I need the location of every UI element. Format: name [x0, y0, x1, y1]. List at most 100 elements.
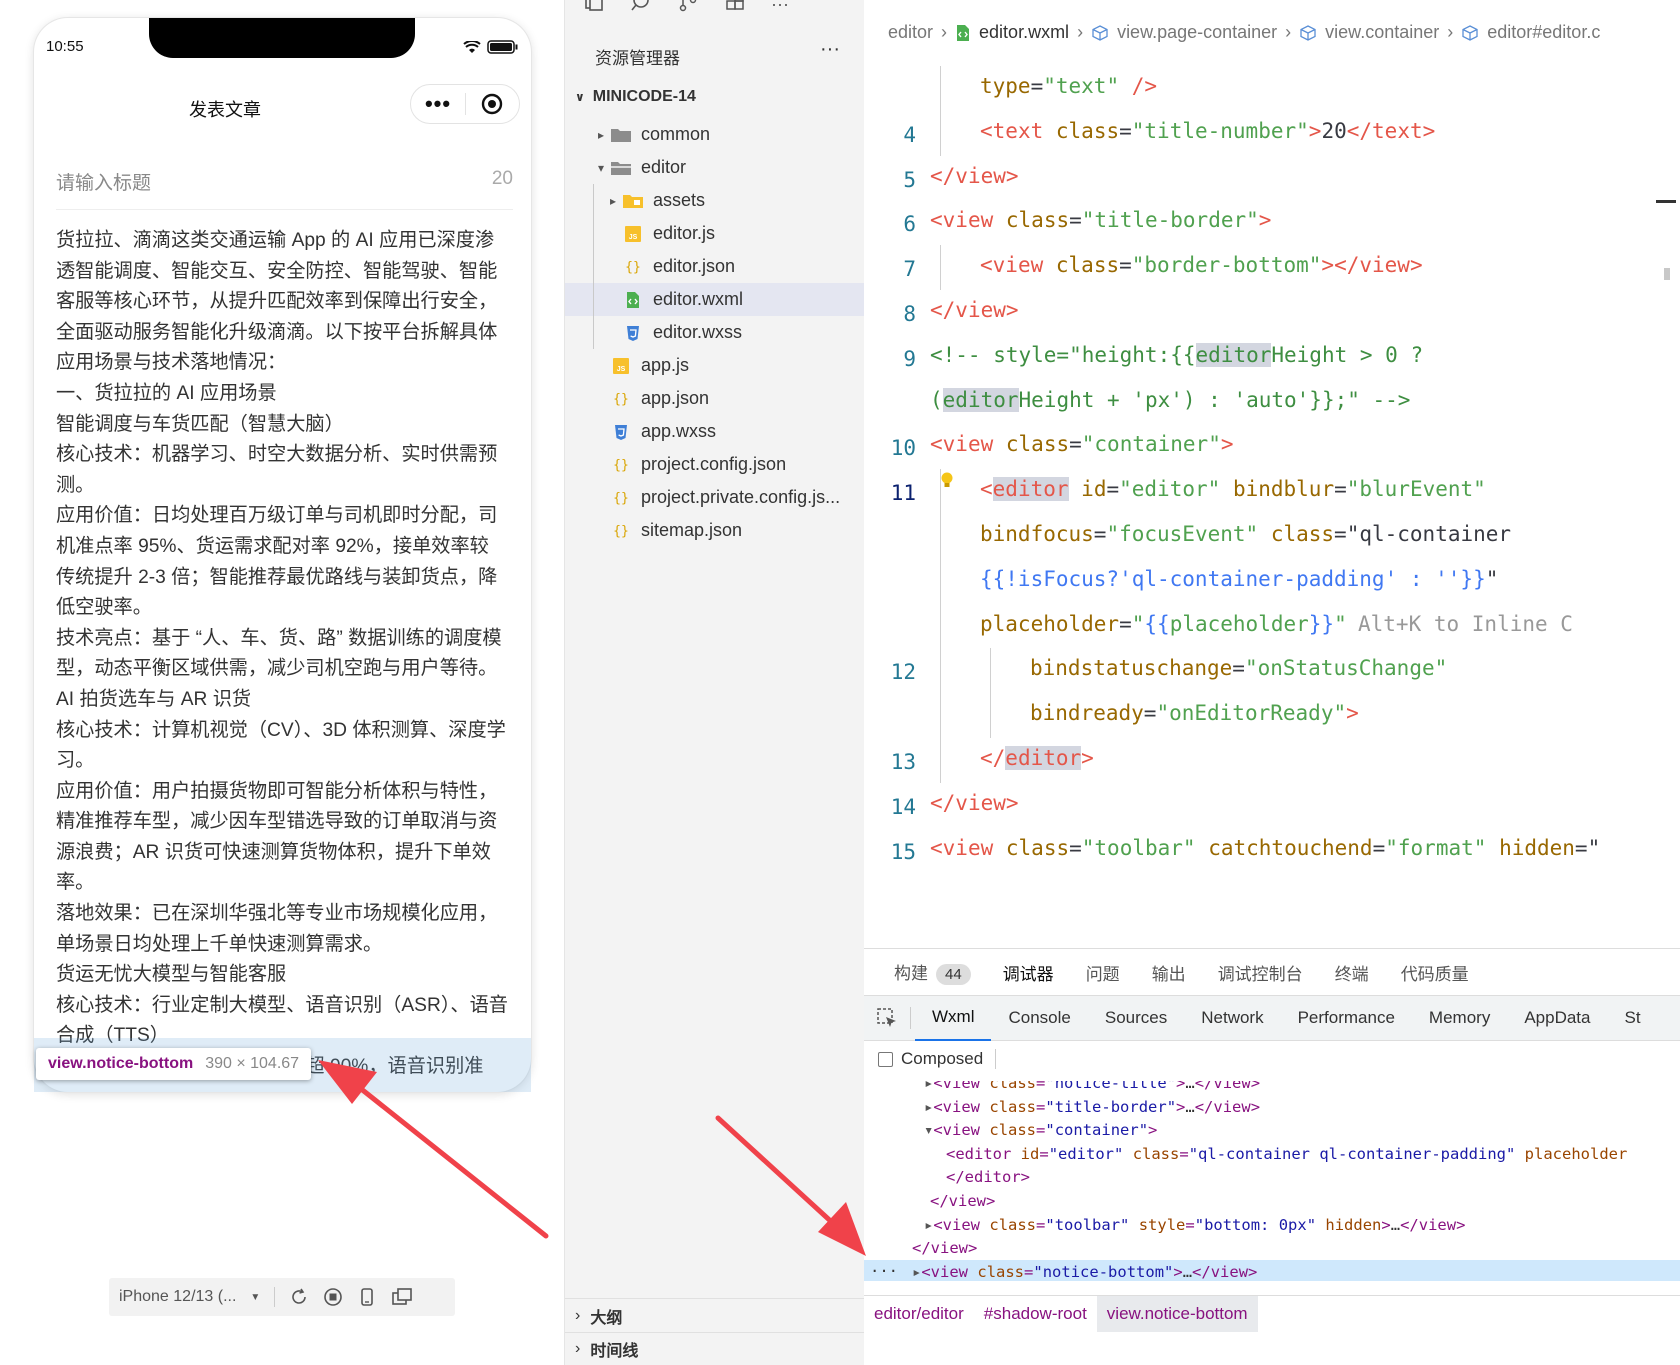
- node-more-icon[interactable]: ···: [870, 1262, 898, 1280]
- source-control-icon[interactable]: [677, 0, 699, 12]
- tab-network[interactable]: Network: [1184, 995, 1280, 1041]
- dom-node-selected[interactable]: ··· ▸<view class="notice-bottom">…</view>: [864, 1259, 1680, 1281]
- file-tree-item[interactable]: ▾ editor: [565, 151, 865, 184]
- file-tree-item[interactable]: {} editor.json: [565, 250, 865, 283]
- code-line[interactable]: {{!isFocus?'ql-container-padding' : ''}}…: [864, 559, 1680, 607]
- code-line[interactable]: 5 </view>: [864, 156, 1680, 204]
- tab-memory[interactable]: Memory: [1412, 995, 1507, 1041]
- title-input-row[interactable]: 请输入标题 20: [56, 162, 513, 210]
- tab-sources[interactable]: Sources: [1088, 995, 1184, 1041]
- folder-open-icon: [609, 159, 633, 177]
- file-tree-item[interactable]: {} project.config.json: [565, 448, 865, 481]
- files-icon[interactable]: [583, 0, 605, 12]
- scrollbar-thumb[interactable]: [1664, 268, 1670, 280]
- breadcrumb-item[interactable]: editor#editor.c: [1487, 22, 1600, 43]
- tab-appdata[interactable]: AppData: [1507, 995, 1607, 1041]
- code-line[interactable]: 4 <text class="title-number">20</text>: [864, 111, 1680, 159]
- code-line[interactable]: 15 <view class="toolbar" catchtouchend="f…: [864, 828, 1680, 876]
- device-select[interactable]: iPhone 12/13 (...: [119, 1288, 236, 1306]
- dom-node[interactable]: ▾<view class="container">: [864, 1118, 1680, 1142]
- file-tree-label: app.js: [641, 355, 690, 375]
- dom-crumb[interactable]: editor/editor: [864, 1296, 974, 1332]
- breadcrumb-item[interactable]: view.container: [1325, 22, 1439, 43]
- extensions-icon[interactable]: [724, 0, 746, 12]
- paragraph: 核心技术：计算机视觉（CV）、3D 体积测算、深度学习。: [56, 719, 506, 772]
- file-tree-item[interactable]: JS app.js: [565, 349, 865, 382]
- more-icon[interactable]: ···: [771, 0, 789, 13]
- tab-debug-console[interactable]: 调试控制台: [1218, 960, 1303, 985]
- dom-node[interactable]: ▸<view class="notice-title">…</view>: [864, 1081, 1680, 1095]
- dom-node[interactable]: <editor id="editor" class="ql-container …: [864, 1142, 1680, 1166]
- file-tree-item[interactable]: JS editor.js: [565, 217, 865, 250]
- code-line[interactable]: 12 bindstatuschange="onStatusChange": [864, 648, 1680, 696]
- tab-performance[interactable]: Performance: [1281, 995, 1412, 1041]
- dom-crumb[interactable]: #shadow-root: [974, 1296, 1097, 1332]
- composed-checkbox[interactable]: [878, 1051, 893, 1067]
- code-line[interactable]: 7 <view class="border-bottom"></view>: [864, 245, 1680, 293]
- timeline-section[interactable]: › 时间线: [565, 1332, 865, 1365]
- code-line[interactable]: bindready="onEditorReady">: [864, 693, 1680, 741]
- project-root[interactable]: ∨ MINICODE-14: [565, 88, 865, 114]
- file-tree-item[interactable]: ▸ assets: [565, 184, 865, 217]
- dom-node[interactable]: </editor>: [864, 1165, 1680, 1189]
- tab-code-quality[interactable]: 代码质量: [1401, 960, 1469, 985]
- popout-icon[interactable]: [391, 1287, 413, 1307]
- close-target-icon[interactable]: [466, 93, 519, 115]
- breadcrumb-item[interactable]: editor: [888, 22, 933, 43]
- code-line[interactable]: type="text" />: [864, 66, 1680, 114]
- composed-label: Composed: [901, 1049, 984, 1068]
- composed-toggle[interactable]: Composed: [878, 1049, 997, 1069]
- mini-program-capsule[interactable]: •••: [410, 84, 520, 124]
- phone-icon[interactable]: [357, 1287, 377, 1307]
- file-tree-item[interactable]: editor.wxss: [565, 316, 865, 349]
- dropdown-caret-icon[interactable]: ▼: [250, 1292, 260, 1303]
- more-dots-icon[interactable]: •••: [411, 91, 465, 117]
- outline-section[interactable]: › 大纲: [565, 1299, 865, 1332]
- inspect-element-icon[interactable]: [864, 995, 910, 1041]
- explorer-more-button[interactable]: ···: [820, 38, 840, 61]
- tab-output[interactable]: 输出: [1152, 960, 1186, 985]
- code-line[interactable]: 8 </view>: [864, 290, 1680, 338]
- tab-wxml[interactable]: Wxml: [915, 995, 992, 1041]
- dom-node[interactable]: </view>: [864, 1189, 1680, 1213]
- code-line[interactable]: (editorHeight + 'px') : 'auto'}};" -->: [864, 380, 1680, 428]
- file-tree-item[interactable]: {} project.private.config.js...: [565, 481, 865, 514]
- editor-content[interactable]: 货拉拉、滴滴这类交通运输 App 的 AI 应用已深度渗透智能调度、智能交互、安…: [56, 226, 508, 1083]
- tab-console[interactable]: Console: [991, 995, 1087, 1041]
- chevron-down-icon[interactable]: ▾: [593, 161, 609, 175]
- code-line[interactable]: 14 </view>: [864, 783, 1680, 831]
- lightbulb-icon[interactable]: [940, 471, 954, 496]
- wxml-dom-tree[interactable]: ▸<view class="notice-title">…</view> ▸<vi…: [864, 1081, 1680, 1281]
- code-line[interactable]: 6 <view class="title-border">: [864, 200, 1680, 248]
- file-tree-item[interactable]: {} app.json: [565, 382, 865, 415]
- rotate-icon[interactable]: [289, 1287, 309, 1307]
- dom-crumb-selected[interactable]: view.notice-bottom: [1096, 1295, 1258, 1332]
- tab-problems[interactable]: 问题: [1086, 960, 1120, 985]
- code-text: <view class="title-border">: [930, 208, 1272, 233]
- dom-node[interactable]: ▸<view class="title-border">…</view>: [864, 1095, 1680, 1119]
- breadcrumb-item[interactable]: editor.wxml: [979, 22, 1069, 43]
- file-tree-item[interactable]: {} sitemap.json: [565, 514, 865, 547]
- search-icon[interactable]: [630, 0, 652, 12]
- file-tree-item[interactable]: app.wxss: [565, 415, 865, 448]
- tab-storage[interactable]: St: [1608, 995, 1658, 1041]
- code-line[interactable]: 10 <view class="container">: [864, 424, 1680, 472]
- tab-terminal[interactable]: 终端: [1335, 960, 1369, 985]
- code-line[interactable]: placeholder="{{placeholder}}" Alt+K to In…: [864, 604, 1680, 652]
- dom-node[interactable]: ▸<view class="toolbar" style="bottom: 0p…: [864, 1213, 1680, 1237]
- file-tree-item[interactable]: editor.wxml: [565, 283, 865, 316]
- code-area[interactable]: type="text" /> 4 <text class="title-number…: [864, 66, 1680, 946]
- breadcrumb-item[interactable]: view.page-container: [1117, 22, 1277, 43]
- file-tree-item[interactable]: ▸ common: [565, 118, 865, 151]
- tab-debugger[interactable]: 调试器: [1002, 960, 1054, 997]
- chevron-right-icon[interactable]: ▸: [593, 128, 609, 142]
- code-line[interactable]: 11 <editor id="editor" bindblur="blurEven…: [864, 469, 1680, 517]
- stop-icon[interactable]: [323, 1287, 343, 1307]
- code-line[interactable]: 9 <!-- style="height:{{editorHeight > 0 ?: [864, 335, 1680, 383]
- dom-node[interactable]: </view>: [864, 1236, 1680, 1260]
- title-input-placeholder[interactable]: 请输入标题: [56, 168, 151, 195]
- tab-build[interactable]: 构建 44: [894, 959, 971, 985]
- code-line[interactable]: bindfocus="focusEvent" class="ql-contain…: [864, 514, 1680, 562]
- chevron-right-icon[interactable]: ▸: [605, 194, 621, 208]
- code-line[interactable]: 13 </editor>: [864, 738, 1680, 786]
